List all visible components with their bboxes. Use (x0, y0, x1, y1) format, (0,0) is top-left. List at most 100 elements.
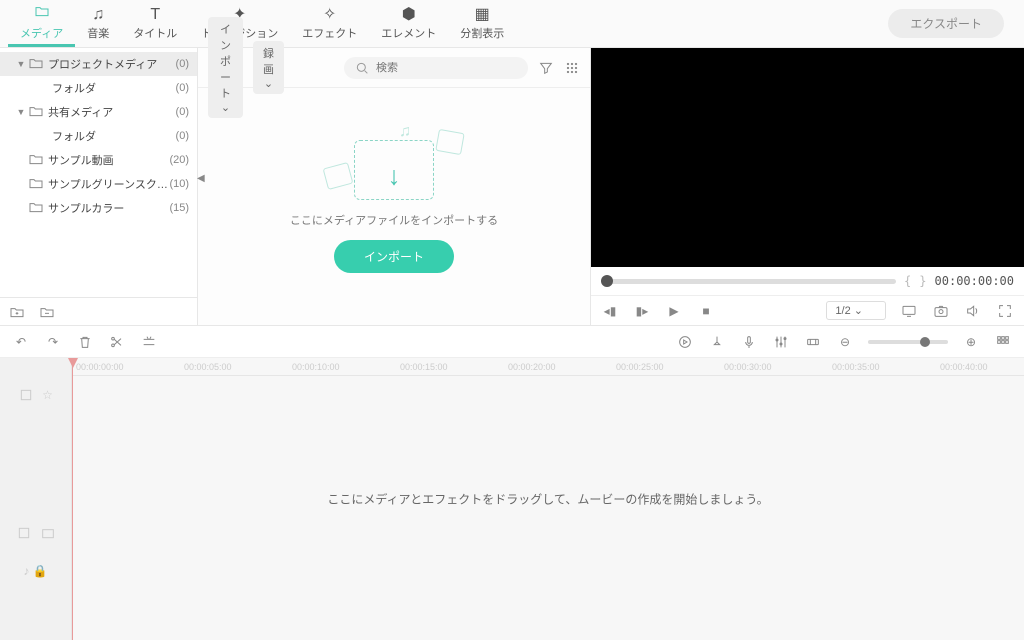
delete-folder-icon[interactable] (38, 303, 56, 321)
track-headers: ☆ ♪ 🔒 (0, 358, 72, 640)
track-header[interactable]: ☆ (0, 376, 71, 414)
prev-frame-icon[interactable]: ◂▮ (601, 302, 619, 320)
tree-node[interactable]: サンプルグリーンスクリーン(10) (0, 172, 197, 196)
sidebar-footer (0, 297, 197, 325)
node-count: (0) (176, 58, 189, 70)
delete-icon[interactable] (76, 333, 94, 351)
track-header[interactable]: ♪ 🔒 (0, 552, 71, 590)
node-count: (0) (176, 82, 189, 94)
split-icon[interactable] (108, 333, 126, 351)
preview-video[interactable] (591, 48, 1024, 267)
search-box[interactable] (344, 57, 528, 79)
tab-label: エフェクト (302, 25, 357, 41)
tab-element[interactable]: ⬢エレメント (369, 0, 448, 47)
media-content: ◀ インポート ⌄ 録画 ⌄ ♫ ↓ ここにメディアファイルをインポートす (198, 48, 591, 325)
fullscreen-icon[interactable] (996, 302, 1014, 320)
media-sidebar: ▼プロジェクトメディア(0)フォルダ(0)▼共有メディア(0)フォルダ(0)サン… (0, 48, 198, 325)
zoom-ratio-select[interactable]: 1/2 ⌄ (826, 301, 886, 320)
expand-icon[interactable]: ▼ (14, 59, 28, 69)
ruler-mark: 00:00:15:00 (400, 362, 448, 372)
undo-icon[interactable]: ↶ (12, 333, 30, 351)
snapshot-icon[interactable] (932, 302, 950, 320)
tab-split[interactable]: ▦分割表示 (448, 0, 516, 47)
folder-icon (28, 175, 44, 194)
dropzone-illustration: ♫ ↓ (354, 140, 434, 200)
display-icon[interactable] (900, 302, 918, 320)
timeline-hint: ここにメディアとエフェクトをドラッグして、ムービーの作成を開始しましょう。 (327, 491, 768, 508)
node-count: (0) (176, 106, 189, 118)
tab-wand[interactable]: ✧ エフェクト (290, 0, 369, 47)
timeline-panel: ↶ ↷ ⊖ ⊕ ☆ ♪ 🔒 00:00:00 (0, 326, 1024, 640)
audio-mixer-icon[interactable] (772, 333, 790, 351)
mark-in-icon[interactable]: { (904, 274, 911, 288)
ruler-mark: 00:00:00:00 (76, 362, 124, 372)
import-hint: ここにメディアファイルをインポートする (290, 212, 498, 228)
music-icon: ♫ (92, 7, 104, 23)
image-icon (435, 129, 464, 155)
tree-node[interactable]: サンプル動画(20) (0, 148, 197, 172)
import-dropzone-area[interactable]: ♫ ↓ ここにメディアファイルをインポートする インポート (198, 88, 590, 325)
tab-text[interactable]: Tタイトル (121, 0, 189, 47)
render-icon[interactable] (676, 333, 694, 351)
search-input[interactable] (376, 62, 518, 74)
timecode-display: 00:00:00:00 (935, 274, 1014, 288)
zoom-in-icon[interactable]: ⊕ (962, 333, 980, 351)
timeline-toolbar: ↶ ↷ ⊖ ⊕ (0, 326, 1024, 358)
import-button[interactable]: インポート (334, 240, 454, 273)
record-dropdown[interactable]: 録画 ⌄ (253, 41, 284, 94)
volume-icon[interactable] (964, 302, 982, 320)
preview-panel: { } 00:00:00:00 ◂▮ ▮▸ ▶ ■ 1/2 ⌄ (591, 48, 1024, 325)
ruler-mark: 00:00:40:00 (940, 362, 988, 372)
tab-music[interactable]: ♫音楽 (75, 0, 121, 47)
collapse-sidebar-icon[interactable]: ◀ (197, 168, 207, 188)
track-header[interactable] (0, 514, 71, 552)
keyframe-icon[interactable] (804, 333, 822, 351)
search-icon (354, 60, 370, 76)
zoom-slider[interactable] (868, 340, 948, 344)
export-button[interactable]: エクスポート (888, 9, 1004, 38)
folder-icon (34, 3, 50, 23)
folder-icon (28, 103, 44, 122)
play-icon[interactable]: ▶ (665, 302, 683, 320)
stop-icon[interactable]: ■ (697, 302, 715, 320)
crop-icon[interactable] (140, 333, 158, 351)
voiceover-icon[interactable] (740, 333, 758, 351)
video-icon (323, 162, 354, 190)
tree-node[interactable]: フォルダ(0) (0, 124, 197, 148)
tab-label: メディア (20, 25, 63, 41)
node-label: 共有メディア (48, 104, 176, 120)
folder-icon (28, 55, 44, 74)
playhead[interactable] (72, 358, 73, 640)
node-count: (15) (169, 202, 189, 214)
split-icon: ▦ (475, 7, 490, 23)
folder-icon (28, 151, 44, 170)
zoom-fit-icon[interactable] (994, 333, 1012, 351)
preview-controls: ◂▮ ▮▸ ▶ ■ 1/2 ⌄ (591, 295, 1024, 325)
wand-icon: ✧ (323, 7, 336, 23)
next-frame-icon[interactable]: ▮▸ (633, 302, 651, 320)
node-label: サンプル動画 (48, 152, 169, 168)
ruler-mark: 00:00:20:00 (508, 362, 556, 372)
expand-icon[interactable]: ▼ (14, 107, 28, 117)
zoom-out-icon[interactable]: ⊖ (836, 333, 854, 351)
grid-view-icon[interactable] (564, 59, 580, 77)
tree-node[interactable]: ▼プロジェクトメディア(0) (0, 52, 197, 76)
marker-icon[interactable] (708, 333, 726, 351)
new-folder-icon[interactable] (8, 303, 26, 321)
ruler-mark: 00:00:05:00 (184, 362, 232, 372)
mark-out-icon[interactable]: } (919, 274, 926, 288)
tree-node[interactable]: サンプルカラー(15) (0, 196, 197, 220)
scrub-bar[interactable] (601, 279, 896, 284)
filter-icon[interactable] (538, 59, 554, 77)
topbar: メディア♫音楽Tタイトル✦トランジション✧エフェクト⬢エレメント▦分割表示 エク… (0, 0, 1024, 48)
tree-node[interactable]: フォルダ(0) (0, 76, 197, 100)
timeline[interactable]: ☆ ♪ 🔒 00:00:00:0000:00:05:0000:00:10:000… (0, 358, 1024, 640)
node-label: フォルダ (52, 128, 176, 144)
tab-folder[interactable]: メディア (8, 0, 75, 47)
tree-node[interactable]: ▼ 共有メディア(0) (0, 100, 197, 124)
track-area[interactable]: 00:00:00:0000:00:05:0000:00:10:0000:00:1… (72, 358, 1024, 640)
ruler-mark: 00:00:35:00 (832, 362, 880, 372)
redo-icon[interactable]: ↷ (44, 333, 62, 351)
time-ruler[interactable]: 00:00:00:0000:00:05:0000:00:10:0000:00:1… (72, 358, 1024, 376)
node-label: フォルダ (52, 80, 176, 96)
